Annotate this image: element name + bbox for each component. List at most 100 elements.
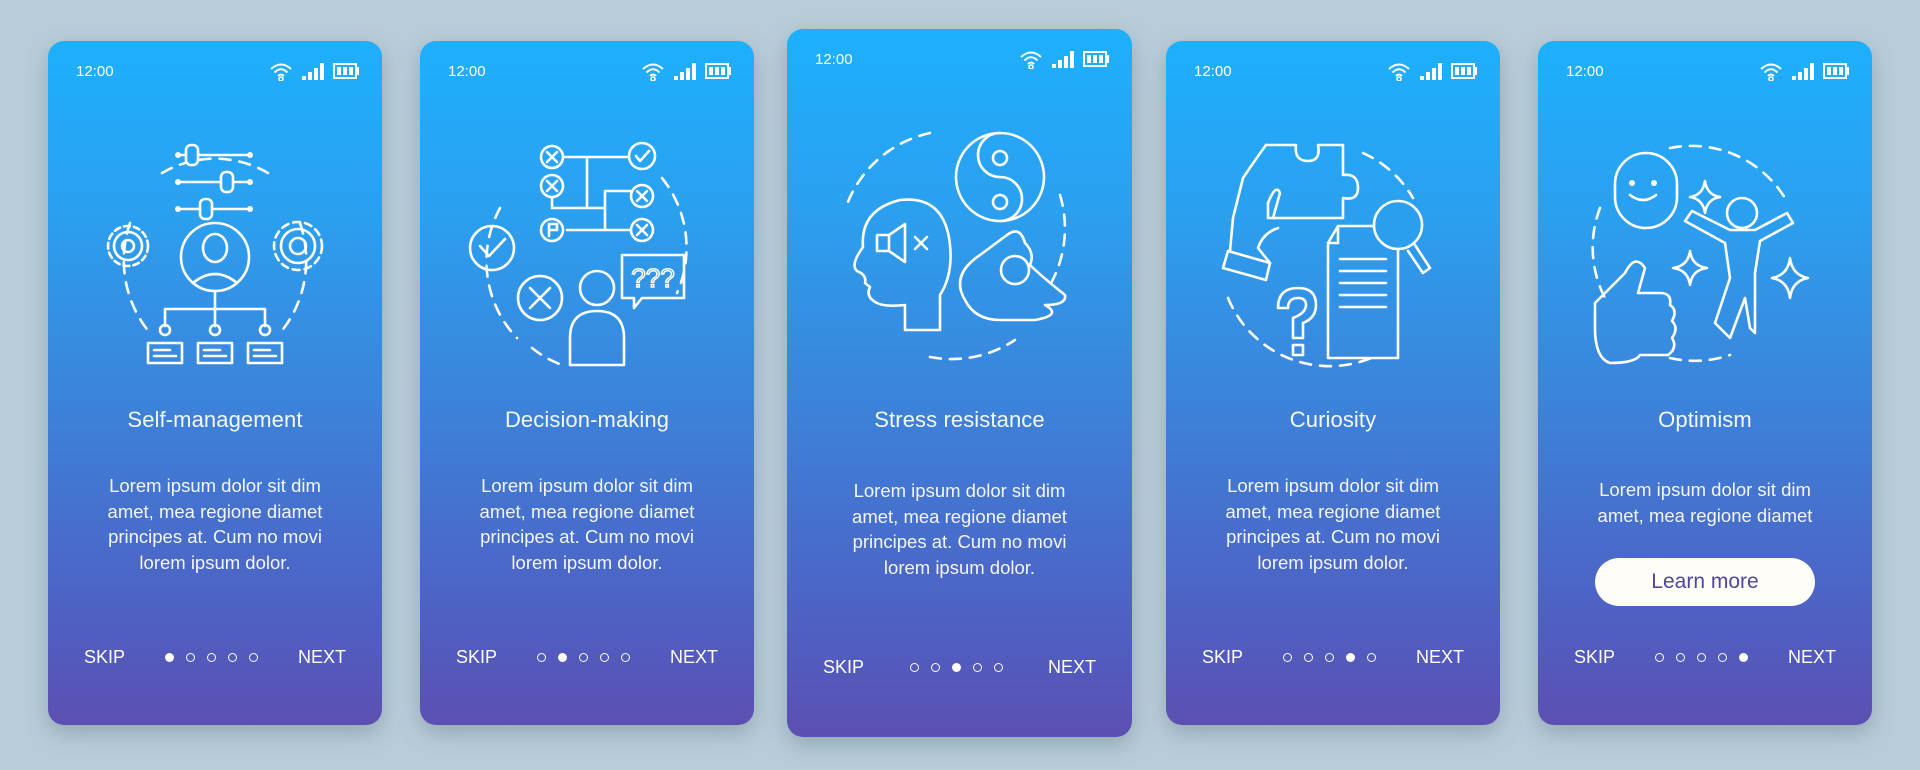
page-dot-active[interactable] [951, 662, 961, 672]
page-dot[interactable] [1304, 652, 1313, 662]
gear-icon [106, 224, 150, 268]
status-time: 12:00 [815, 50, 853, 68]
page-indicator [1655, 652, 1748, 662]
wifi-icon [642, 63, 664, 81]
page-dot-active[interactable] [1739, 652, 1748, 662]
wifi-icon [1388, 63, 1410, 81]
screen-title: Decision-making [504, 407, 670, 432]
page-dot[interactable] [1367, 652, 1376, 662]
sliders-icon [175, 143, 253, 221]
page-dot-active[interactable] [165, 652, 174, 662]
self-management-illustration [106, 143, 324, 365]
page-dot[interactable] [228, 652, 237, 662]
onboarding-nav: SKIP NEXT [1574, 644, 1836, 670]
next-button[interactable]: NEXT [1048, 657, 1096, 678]
status-time: 12:00 [448, 62, 486, 80]
page-dot-active[interactable] [1346, 652, 1355, 662]
page-dot[interactable] [909, 662, 919, 672]
next-button[interactable]: NEXT [670, 647, 718, 668]
wifi-icon [270, 63, 292, 81]
screen-title: Self-management [127, 407, 303, 432]
battery-icon [705, 63, 732, 79]
meditation-hand-icon [958, 230, 1066, 322]
screen-description: Lorem ipsum dolor sit dim amet, mea regi… [107, 475, 323, 573]
battery-icon [1083, 51, 1110, 67]
status-time: 12:00 [1566, 62, 1604, 80]
onboarding-screen-decision-making: 12:00 ??? Decision-making Lorem ipsum do… [420, 41, 754, 725]
signal-icon [674, 62, 696, 80]
battery-icon [1823, 63, 1850, 79]
page-indicator [537, 652, 630, 662]
signal-icon [1052, 50, 1074, 68]
magnifier-icon [1372, 199, 1432, 275]
skip-button[interactable]: SKIP [84, 647, 125, 668]
onboarding-nav: SKIP NEXT [456, 644, 718, 670]
gear-icon [272, 220, 324, 272]
status-bar: 12:00 [1566, 59, 1850, 83]
page-indicator [909, 662, 1003, 672]
page-dot[interactable] [537, 652, 546, 662]
signal-icon [302, 62, 324, 80]
next-button[interactable]: NEXT [298, 647, 346, 668]
hand-puzzle-icon [1221, 143, 1360, 282]
status-bar: 12:00 [448, 59, 732, 83]
page-dot[interactable] [930, 662, 940, 672]
signal-icon [1792, 62, 1814, 80]
skip-button[interactable]: SKIP [1202, 647, 1243, 668]
stress-resistance-illustration [843, 131, 1066, 361]
smiley-face-icon [1613, 151, 1679, 230]
battery-icon [1451, 63, 1478, 79]
page-dot[interactable] [207, 652, 216, 662]
screen-description: Lorem ipsum dolor sit dim amet, mea regi… [852, 480, 1067, 578]
screen-description: Lorem ipsum dolor sit dim amet, mea regi… [1597, 479, 1813, 526]
page-dot[interactable] [1718, 652, 1727, 662]
decision-tree-icon [539, 141, 657, 243]
status-time: 12:00 [1194, 62, 1232, 80]
status-bar: 12:00 [815, 47, 1110, 71]
status-bar: 12:00 [1194, 59, 1478, 83]
svg-text:???: ??? [631, 263, 674, 293]
skip-button[interactable]: SKIP [823, 657, 864, 678]
head-mute-icon [852, 198, 952, 332]
onboarding-screen-optimism: 12:00 Optimism Lorem ipsum dolor sit dim… [1538, 41, 1872, 725]
user-avatar-icon [179, 221, 251, 293]
page-dot[interactable] [1697, 652, 1706, 662]
wifi-icon [1020, 51, 1042, 69]
page-dot[interactable] [1676, 652, 1685, 662]
page-dot[interactable] [993, 662, 1003, 672]
page-dot[interactable] [621, 652, 630, 662]
curiosity-illustration [1221, 143, 1432, 368]
battery-icon [333, 63, 360, 79]
page-dot[interactable] [1325, 652, 1334, 662]
onboarding-nav: SKIP NEXT [823, 654, 1096, 680]
next-button[interactable]: NEXT [1416, 647, 1464, 668]
signal-icon [1420, 62, 1442, 80]
page-dot[interactable] [1655, 652, 1664, 662]
status-time: 12:00 [76, 62, 114, 80]
jumping-person-icon [1683, 196, 1795, 340]
screen-title: Curiosity [1289, 407, 1377, 432]
question-mark-icon [1276, 286, 1318, 357]
skip-button[interactable]: SKIP [1574, 647, 1615, 668]
page-dot[interactable] [579, 652, 588, 662]
next-button[interactable]: NEXT [1788, 647, 1836, 668]
skip-button[interactable]: SKIP [456, 647, 497, 668]
page-dot[interactable] [972, 662, 982, 672]
learn-more-button[interactable]: Learn more [1595, 558, 1815, 606]
yin-yang-icon [954, 131, 1045, 223]
page-dot[interactable] [186, 652, 195, 662]
org-chart-icon [146, 289, 284, 365]
page-dot[interactable] [600, 652, 609, 662]
screen-description: Lorem ipsum dolor sit dim amet, mea regi… [1225, 475, 1441, 573]
status-bar: 12:00 [76, 59, 360, 83]
page-dot[interactable] [1283, 652, 1292, 662]
onboarding-screen-self-management: 12:00 Self-management Lorem ipsum dolor … [48, 41, 382, 725]
thumbs-up-icon [1593, 260, 1677, 365]
screen-description: Lorem ipsum dolor sit dim amet, mea regi… [479, 475, 695, 573]
cross-circle-icon [516, 274, 564, 322]
optimism-illustration [1591, 144, 1810, 365]
page-dot[interactable] [249, 652, 258, 662]
checkmark-circle-icon [468, 224, 516, 272]
page-dot-active[interactable] [558, 652, 567, 662]
onboarding-nav: SKIP NEXT [1202, 644, 1464, 670]
